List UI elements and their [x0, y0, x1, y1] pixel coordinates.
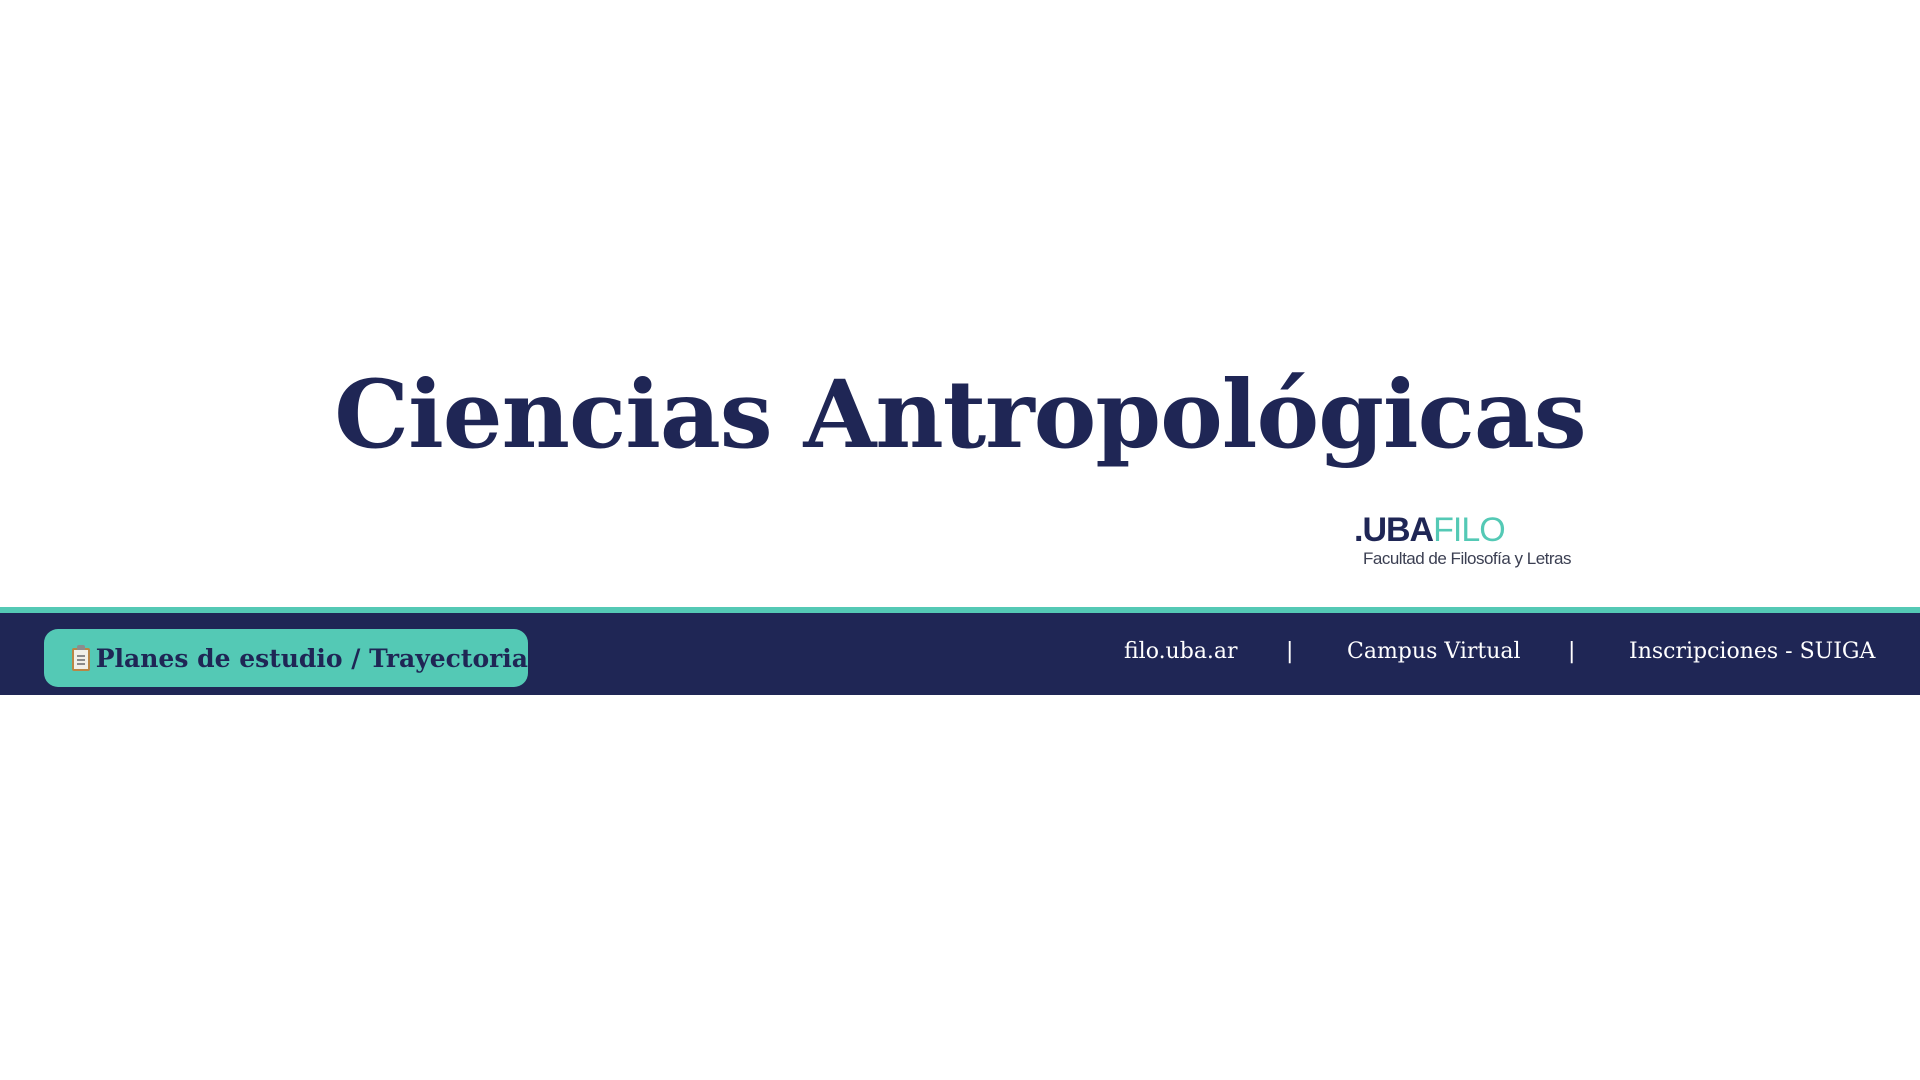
link-campus-virtual[interactable]: Campus Virtual: [1347, 637, 1521, 667]
logo-filo-text: FILO: [1433, 511, 1506, 549]
clipboard-icon: [72, 645, 90, 671]
link-inscripciones-suiga[interactable]: Inscripciones - SUIGA: [1629, 637, 1875, 667]
uba-filo-logo: .UBAFILO Facultad de Filosofía y Letras: [1354, 512, 1584, 574]
nav-separator: |: [1286, 639, 1294, 664]
logo-wordmark: .UBAFILO: [1354, 511, 1506, 549]
link-filo-uba[interactable]: filo.uba.ar: [1124, 637, 1238, 667]
page: Ciencias Antropológicas .UBAFILO Faculta…: [0, 0, 1920, 1080]
logo-subtitle: Facultad de Filosofía y Letras: [1363, 549, 1572, 568]
plans-button[interactable]: Planes de estudio / Trayectoria: [44, 629, 528, 687]
plans-button-label: Planes de estudio / Trayectoria: [95, 643, 528, 673]
page-title: Ciencias Antropológicas: [334, 360, 1586, 470]
logo-uba-text: .UBA: [1354, 511, 1434, 549]
nav-separator: |: [1568, 639, 1576, 664]
navigation-bar: Planes de estudio / Trayectoria filo.uba…: [0, 607, 1920, 695]
